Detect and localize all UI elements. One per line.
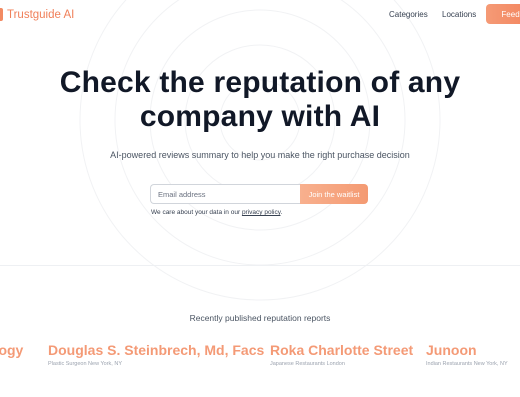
report-card[interactable]: Douglas S. Steinbrech, Md, Facs Plastic … (48, 342, 264, 368)
privacy-note-suffix: . (280, 209, 283, 216)
report-meta: Japanese Restaurants London (270, 361, 345, 367)
brand-name: Trustguide AI (7, 8, 75, 21)
top-navbar: Trustguide AI Categories Locations Feedb… (0, 0, 520, 30)
hero-title-line-1: Check the reputation of any (59, 66, 461, 99)
report-card[interactable]: Junoon Indian Restaurants New York, NY (426, 342, 508, 368)
logo-icon (0, 8, 3, 21)
waitlist-form: Join the waitlist (150, 184, 370, 206)
hero-title: Check the reputation of any company with… (0, 66, 520, 134)
recent-reports-heading: Recently published reputation reports (189, 313, 331, 323)
report-meta: Indian Restaurants New York, NY (426, 361, 508, 367)
report-name: ology (0, 342, 24, 358)
privacy-note-text: We care about your data in our (151, 209, 242, 216)
nav-link-categories[interactable]: Categories (389, 10, 428, 19)
privacy-policy-link[interactable]: privacy policy (242, 209, 281, 216)
report-name: Roka Charlotte Street (270, 342, 414, 358)
brand[interactable]: Trustguide AI (0, 8, 74, 21)
hero-subtitle: AI-powered reviews summary to help you m… (110, 150, 410, 160)
report-meta: Plastic Surgeon New York, NY (48, 361, 122, 367)
join-waitlist-button[interactable]: Join the waitlist (300, 184, 368, 204)
hero-title-line-2: company with AI (139, 100, 381, 133)
report-name: Junoon (426, 342, 477, 358)
email-input[interactable] (150, 184, 300, 204)
feedback-button[interactable]: Feedbac (486, 4, 520, 24)
report-card[interactable]: Roka Charlotte Street Japanese Restauran… (270, 342, 413, 368)
report-name: Douglas S. Steinbrech, Md, Facs (48, 342, 265, 358)
report-card[interactable]: ology (0, 342, 23, 359)
privacy-note: We care about your data in our privacy p… (151, 209, 282, 216)
section-divider (0, 265, 520, 266)
nav-link-locations[interactable]: Locations (442, 10, 476, 19)
